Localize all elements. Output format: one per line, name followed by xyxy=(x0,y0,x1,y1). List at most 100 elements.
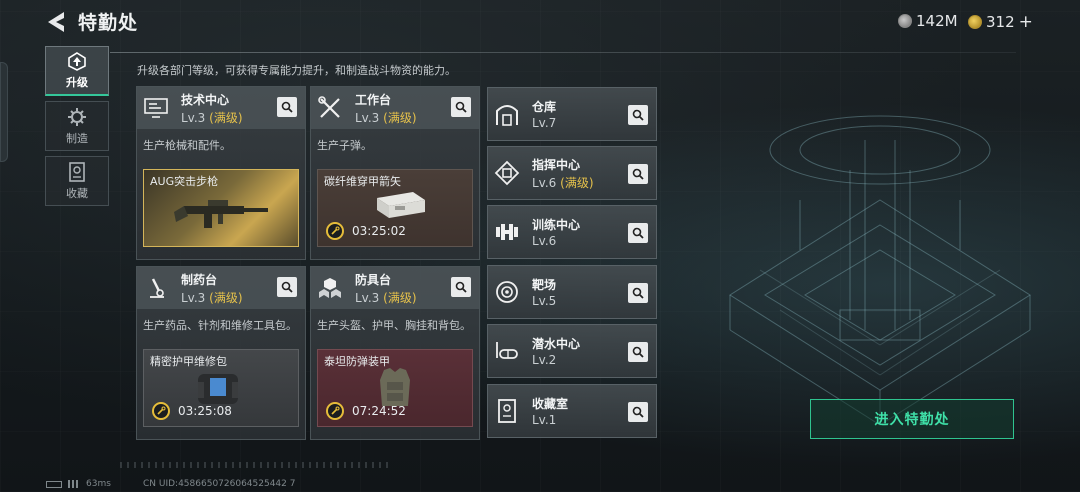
production-timer: 07:24:52 xyxy=(326,402,406,420)
header-divider xyxy=(110,52,1016,53)
station-level: Lv.3 xyxy=(355,290,380,305)
facility-collection-room[interactable]: 收藏室 Lv.1 xyxy=(487,384,657,438)
inspect-button[interactable] xyxy=(277,97,297,117)
wrench-icon xyxy=(152,402,170,420)
nav-collection[interactable]: 收藏 xyxy=(45,156,109,206)
station-card-workbench[interactable]: 工作台 Lv.3 (满级) 生产子弹。 碳纤维穿甲箭矢 03:25:02 xyxy=(310,86,480,260)
nav-craft[interactable]: 制造 xyxy=(45,101,109,151)
inspect-button[interactable] xyxy=(628,283,648,303)
page-title: 特勤处 xyxy=(78,12,139,34)
station-level: Lv.3 xyxy=(355,110,380,125)
facility-name: 收藏室 xyxy=(532,397,569,411)
facility-shooting-range[interactable]: 靶场 Lv.5 xyxy=(487,265,657,319)
add-currency-icon[interactable]: + xyxy=(1019,12,1033,32)
station-level: Lv.3 xyxy=(181,290,206,305)
station-card-tech-center[interactable]: 技术中心 Lv.3 (满级) 生产枪械和配件。 AUG突击步枪 xyxy=(136,86,306,260)
facility-level: Lv.7 xyxy=(532,116,557,130)
command-center-icon xyxy=(494,160,520,186)
premium-amount: 312 xyxy=(986,13,1015,31)
nav-upgrade-label: 升级 xyxy=(66,76,88,89)
magnifier-icon xyxy=(632,109,644,121)
station-description: 生产子弹。 xyxy=(317,139,372,152)
facility-command-center[interactable]: 指挥中心 Lv.6 (满级) xyxy=(487,146,657,200)
card-header: 制药台 Lv.3 (满级) xyxy=(137,267,305,309)
inspect-button[interactable] xyxy=(277,277,297,297)
production-slot[interactable]: 泰坦防弹装甲 07:24:52 xyxy=(317,349,473,427)
back-arrow-icon[interactable] xyxy=(44,10,70,34)
item-name: 精密护甲维修包 xyxy=(150,355,227,368)
inspect-button[interactable] xyxy=(628,342,648,362)
card-header: 防具台 Lv.3 (满级) xyxy=(311,267,479,309)
nav-craft-label: 制造 xyxy=(66,131,88,145)
item-name: 碳纤维穿甲箭矢 xyxy=(324,175,401,188)
wrench-icon xyxy=(326,402,344,420)
signal-icon xyxy=(68,480,80,488)
inspect-button[interactable] xyxy=(451,97,471,117)
ammo-box-icon xyxy=(377,192,425,218)
facility-diving-center[interactable]: 潜水中心 Lv.2 xyxy=(487,324,657,378)
station-name: 防具台 xyxy=(355,272,392,287)
station-card-armor-bench[interactable]: 防具台 Lv.3 (满级) 生产头盔、护甲、胸挂和背包。 泰坦防弹装甲 07:2… xyxy=(310,266,480,440)
timer-text: 07:24:52 xyxy=(352,404,406,418)
station-description: 生产枪械和配件。 xyxy=(143,139,231,152)
facility-name: 潜水中心 xyxy=(532,337,581,351)
magnifier-icon xyxy=(281,101,293,113)
magnifier-icon xyxy=(455,281,467,293)
magnifier-icon xyxy=(632,287,644,299)
facility-level: Lv.6 xyxy=(532,234,557,248)
magnifier-icon xyxy=(455,101,467,113)
magnifier-icon xyxy=(632,227,644,239)
production-slot[interactable]: 碳纤维穿甲箭矢 03:25:02 xyxy=(317,169,473,247)
item-name: AUG突击步枪 xyxy=(150,175,219,188)
facility-level: Lv.1 xyxy=(532,413,557,427)
station-maxed: (满级) xyxy=(383,110,417,125)
timer-text: 03:25:02 xyxy=(352,224,406,238)
station-name: 工作台 xyxy=(355,92,392,107)
side-nav: 升级 制造 收藏 xyxy=(45,46,109,211)
inspect-button[interactable] xyxy=(628,223,648,243)
coin-icon xyxy=(898,14,912,28)
nav-collection-label: 收藏 xyxy=(66,186,88,200)
station-maxed: (满级) xyxy=(209,290,243,305)
edge-pull-tab[interactable] xyxy=(0,62,8,162)
card-header: 技术中心 Lv.3 (满级) xyxy=(137,87,305,129)
facility-training-center[interactable]: 训练中心 Lv.6 xyxy=(487,205,657,259)
inspect-button[interactable] xyxy=(628,164,648,184)
pharmacy-icon xyxy=(150,278,164,298)
inspect-button[interactable] xyxy=(451,277,471,297)
facility-warehouse[interactable]: 仓库 Lv.7 xyxy=(487,87,657,141)
production-timer: 03:25:08 xyxy=(152,402,232,420)
armor-bench-icon xyxy=(319,278,341,298)
wrench-icon xyxy=(326,222,344,240)
magnifier-icon xyxy=(281,281,293,293)
station-maxed: (满级) xyxy=(209,110,243,125)
facility-level: Lv.5 xyxy=(532,294,557,308)
page-description: 升级各部门等级，可获得专属能力提升，和制造战斗物资的能力。 xyxy=(137,64,456,77)
production-slot[interactable]: AUG突击步枪 xyxy=(143,169,299,247)
inspect-button[interactable] xyxy=(628,402,648,422)
facility-name: 仓库 xyxy=(532,100,557,114)
collection-room-icon xyxy=(498,399,516,423)
station-card-pharmacy[interactable]: 制药台 Lv.3 (满级) 生产药品、针剂和维修工具包。 精密护甲维修包 03:… xyxy=(136,266,306,440)
magnifier-icon xyxy=(632,406,644,418)
station-maxed: (满级) xyxy=(383,290,417,305)
station-name: 技术中心 xyxy=(181,92,230,107)
training-center-icon xyxy=(496,224,518,240)
nav-upgrade[interactable]: 升级 xyxy=(45,46,109,96)
station-description: 生产头盔、护甲、胸挂和背包。 xyxy=(317,319,471,332)
upgrade-icon xyxy=(68,52,86,71)
production-slot[interactable]: 精密护甲维修包 03:25:08 xyxy=(143,349,299,427)
shooting-range-icon xyxy=(496,281,518,303)
timer-text: 03:25:08 xyxy=(178,404,232,418)
diving-center-icon xyxy=(496,342,518,359)
inspect-button[interactable] xyxy=(628,105,648,125)
rifle-icon xyxy=(174,200,268,228)
enter-special-ops-button[interactable]: 进入特勤处 xyxy=(810,399,1014,439)
facility-maxed: (满级) xyxy=(560,175,594,190)
currency-premium[interactable]: 312 + xyxy=(968,12,1033,32)
facility-name: 指挥中心 xyxy=(532,157,581,172)
premium-coin-icon xyxy=(968,15,982,29)
magnifier-icon xyxy=(632,168,644,180)
facility-name: 训练中心 xyxy=(532,218,581,232)
production-timer: 03:25:02 xyxy=(326,222,406,240)
